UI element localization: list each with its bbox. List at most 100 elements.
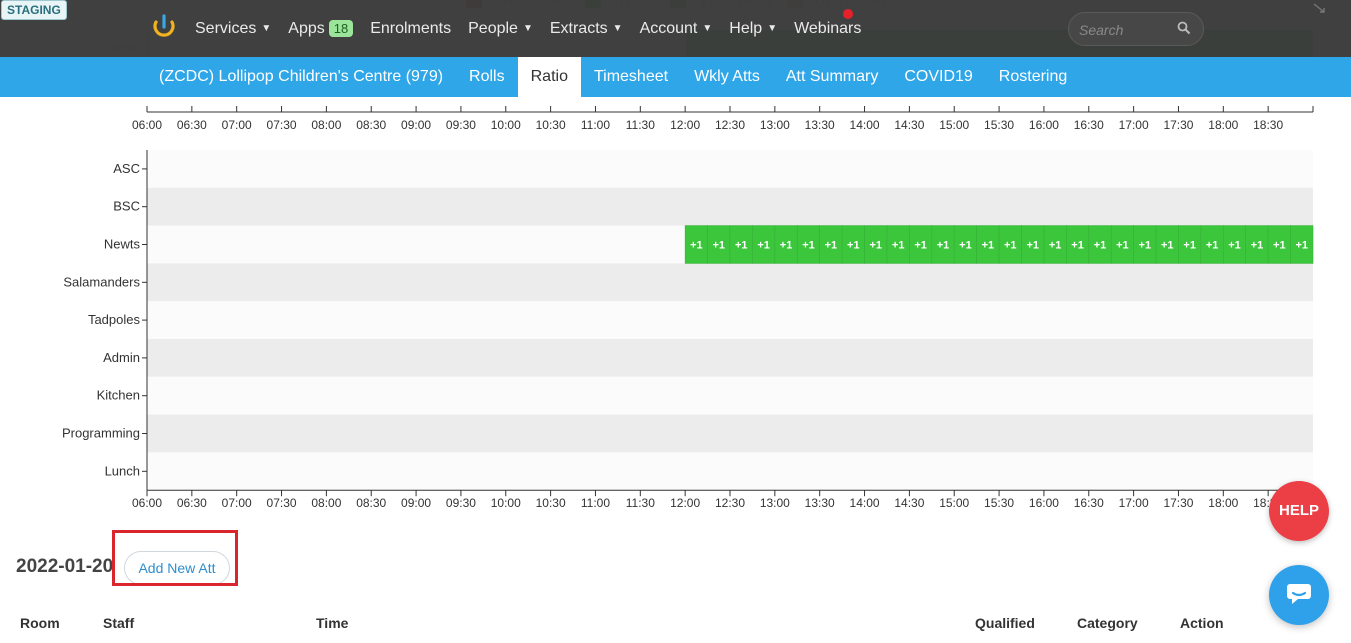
date-heading: 2022-01-20: [16, 556, 114, 577]
chat-icon: [1287, 584, 1311, 604]
row-label: BSC: [113, 199, 140, 214]
ratio-cell-label: +1: [1206, 240, 1219, 252]
row-label: Admin: [103, 350, 140, 365]
column-header-time[interactable]: Time: [316, 615, 348, 631]
row-label: Kitchen: [97, 388, 140, 403]
ratio-cell-label: +1: [1004, 240, 1017, 252]
column-header-action[interactable]: Action: [1180, 615, 1224, 631]
x-tick-label: 17:00: [1119, 496, 1149, 510]
staging-badge: STAGING: [1, 0, 67, 20]
column-header-staff[interactable]: Staff: [103, 615, 134, 631]
tab-timesheet[interactable]: Timesheet: [581, 57, 681, 97]
x-tick-label: 06:30: [177, 118, 207, 132]
nav-item-apps[interactable]: Apps 18: [288, 19, 354, 38]
ratio-chart: +1 +1 +1 +1 +1 +1 +1 +1 +1 +1 +1 +1 +1 +1 +1 +1 +1 +1 +1 +1…: [62, 106, 1314, 510]
nav-item-label: Webinars: [794, 19, 862, 37]
top-navigation-bar: STAGING Services ▼ Apps 18 Enrolments People ▼…: [0, 0, 1351, 57]
help-button[interactable]: HELP: [1269, 481, 1329, 541]
search-icon[interactable]: [1177, 21, 1191, 35]
x-tick-label: 09:30: [446, 118, 476, 132]
tab-wkly-atts[interactable]: Wkly Atts: [681, 57, 773, 97]
nav-item-enrolments[interactable]: Enrolments: [370, 20, 451, 38]
caret-down-icon: ▼: [702, 23, 713, 34]
x-tick-label: 09:30: [446, 496, 476, 510]
ratio-cell-label: +1: [937, 240, 950, 252]
column-header-qualified[interactable]: Qualified: [975, 615, 1035, 631]
caret-down-icon: ▼: [522, 23, 533, 34]
tab-covid19[interactable]: COVID19: [891, 57, 985, 97]
row-band: [147, 414, 1313, 453]
chat-button[interactable]: [1269, 565, 1329, 625]
ratio-cell-label: +1: [1161, 240, 1174, 252]
row-label: ASC: [113, 161, 140, 176]
nav-item-services[interactable]: Services ▼: [195, 20, 271, 38]
row-label: Programming: [62, 426, 140, 441]
ratio-cell-label: +1: [1273, 240, 1286, 252]
nav-item-webinars[interactable]: Webinars: [794, 20, 861, 38]
row-band: [147, 263, 1313, 302]
x-tick-label: 18:30: [1253, 118, 1283, 132]
x-tick-label: 10:30: [536, 118, 566, 132]
section-tabs: (ZCDC) Lollipop Children's Centre (979) R…: [0, 57, 1351, 97]
x-tick-label: 13:30: [805, 496, 835, 510]
nav-item-account[interactable]: Account ▼: [640, 20, 713, 38]
ratio-cell-label: +1: [869, 240, 882, 252]
x-tick-label: 08:00: [311, 118, 341, 132]
x-tick-label: 14:30: [894, 118, 924, 132]
tab-rostering[interactable]: Rostering: [986, 57, 1080, 97]
ratio-cell-label: +1: [982, 240, 995, 252]
ratio-cell-label: +1: [1071, 240, 1084, 252]
ratio-cell-label: +1: [847, 240, 860, 252]
apps-count-badge: 18: [328, 20, 354, 37]
ratio-cell-label: +1: [1251, 240, 1264, 252]
column-header-room[interactable]: Room: [20, 615, 60, 631]
ratio-cell-label: +1: [802, 240, 815, 252]
x-tick-label: 12:30: [715, 496, 745, 510]
column-header-category[interactable]: Category: [1077, 615, 1138, 631]
row-band: [147, 452, 1313, 491]
tab-att-summary[interactable]: Att Summary: [773, 57, 891, 97]
nav-item-label: Apps: [288, 19, 325, 37]
app-logo-icon[interactable]: [152, 14, 176, 40]
nav-item-label: Help: [729, 19, 763, 37]
add-new-att-button[interactable]: Add New Att: [124, 551, 230, 585]
x-tick-label: 06:00: [132, 496, 162, 510]
x-tick-label: 09:00: [401, 118, 431, 132]
nav-item-help[interactable]: Help ▼: [729, 20, 777, 38]
tab-zcdc-lollipop-children-s-centre-979[interactable]: (ZCDC) Lollipop Children's Centre (979): [146, 57, 456, 97]
x-tick-label: 07:00: [222, 496, 252, 510]
ratio-cell-label: +1: [713, 240, 726, 252]
row-band: [147, 301, 1313, 339]
x-tick-label: 14:30: [894, 496, 924, 510]
nav-item-label: Extracts: [549, 19, 608, 37]
x-tick-label: 14:00: [850, 496, 880, 510]
nav-item-extracts[interactable]: Extracts ▼: [550, 20, 623, 38]
x-tick-label: 16:30: [1074, 496, 1104, 510]
x-tick-label: 11:00: [581, 496, 610, 510]
x-tick-label: 10:30: [536, 496, 566, 510]
ratio-cell-label: +1: [1183, 240, 1196, 252]
tab-rolls[interactable]: Rolls: [456, 57, 518, 97]
x-tick-label: 10:00: [491, 496, 521, 510]
x-tick-label: 07:30: [267, 496, 297, 510]
x-tick-label: 13:00: [760, 496, 790, 510]
x-tick-label: 10:00: [491, 118, 521, 132]
x-tick-label: 12:30: [715, 118, 745, 132]
expand-icon[interactable]: [1312, 2, 1326, 14]
search-box: [1068, 12, 1204, 46]
tab-ratio[interactable]: Ratio: [517, 57, 581, 97]
nav-item-label: Enrolments: [370, 19, 452, 37]
x-tick-label: 07:00: [222, 118, 252, 132]
ratio-cell-label: +1: [1094, 240, 1107, 252]
nav-item-label: Services: [195, 19, 257, 37]
x-tick-label: 12:00: [670, 118, 700, 132]
row-band: [147, 376, 1313, 415]
search-input[interactable]: [1079, 20, 1175, 40]
main-menu: Services ▼ Apps 18 Enrolments People ▼ Extracts…: [195, 0, 878, 57]
x-tick-label: 18:00: [1208, 118, 1238, 132]
row-band: [147, 339, 1313, 377]
nav-item-people[interactable]: People ▼: [468, 20, 533, 38]
row-band: [147, 187, 1313, 226]
x-tick-label: 09:00: [401, 496, 431, 510]
x-tick-label: 12:00: [670, 496, 700, 510]
